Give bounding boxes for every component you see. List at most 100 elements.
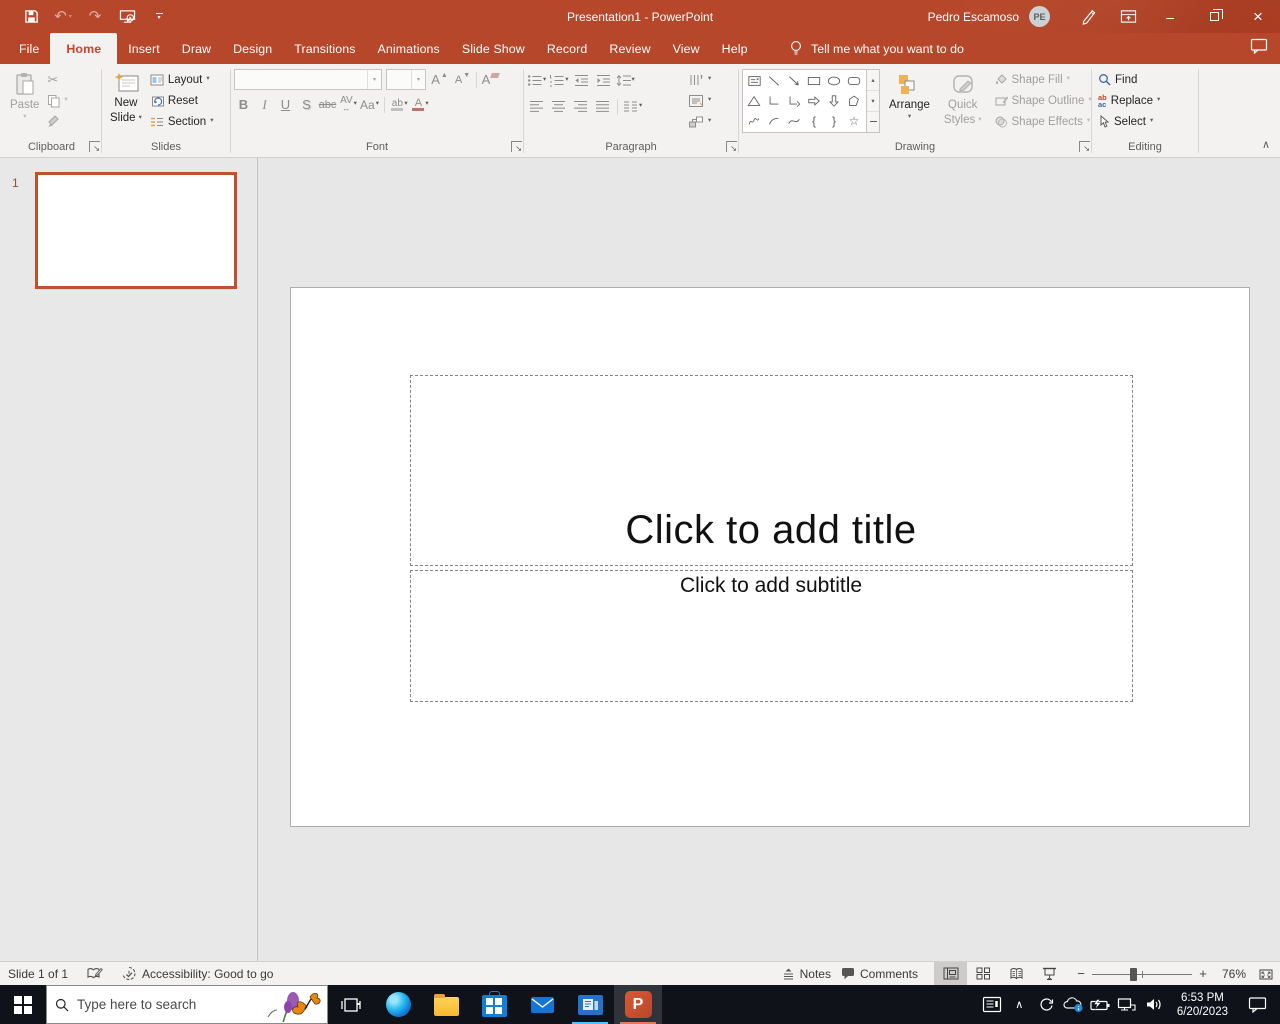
character-spacing-button[interactable]: AV ↔ ▾ — [339, 94, 358, 115]
shape-fill-button[interactable]: Shape Fill ▾ — [991, 69, 1095, 90]
drawing-dialog-launcher[interactable]: ↘ — [1079, 141, 1090, 153]
start-from-beginning-button[interactable] — [118, 6, 136, 28]
font-color-button[interactable]: A ▾ — [411, 94, 430, 115]
shape-oval[interactable] — [824, 71, 844, 91]
tray-network-icon[interactable] — [1115, 985, 1140, 1024]
tray-onedrive-icon[interactable] — [1061, 985, 1086, 1024]
shape-triangle[interactable] — [744, 91, 764, 111]
convert-smartart-button[interactable]: ▾ — [685, 111, 714, 132]
bold-button[interactable]: B — [234, 94, 253, 115]
save-button[interactable] — [22, 6, 40, 28]
slide-canvas[interactable]: Click to add title Click to add subtitle — [289, 287, 1250, 827]
tab-transitions[interactable]: Transitions — [283, 33, 366, 64]
tray-volume-icon[interactable] — [1142, 985, 1167, 1024]
tray-show-hidden-button[interactable]: ∧ — [1007, 985, 1032, 1024]
notes-button[interactable]: Notes — [782, 967, 831, 981]
decrease-indent-button[interactable] — [572, 70, 591, 91]
font-name-combo[interactable]: ▾ — [234, 69, 382, 90]
increase-indent-button[interactable] — [594, 70, 613, 91]
tab-record[interactable]: Record — [536, 33, 599, 64]
shape-rectangle[interactable] — [804, 71, 824, 91]
shape-line[interactable] — [764, 71, 784, 91]
tab-file[interactable]: File — [8, 33, 50, 64]
action-center-button[interactable] — [1238, 985, 1276, 1024]
tab-view[interactable]: View — [662, 33, 711, 64]
comments-button[interactable]: Comments — [841, 967, 918, 981]
bullets-button[interactable]: ▾ — [527, 70, 546, 91]
tray-battery-icon[interactable] — [1088, 985, 1113, 1024]
view-reading-button[interactable] — [1000, 962, 1033, 985]
paragraph-dialog-launcher[interactable]: ↘ — [726, 141, 737, 153]
font-size-combo[interactable]: ▾ — [386, 69, 426, 90]
minimize-button[interactable]: – — [1148, 0, 1192, 33]
select-button[interactable]: Select ▾ — [1095, 111, 1163, 132]
columns-button[interactable]: ▾ — [623, 96, 642, 117]
tell-me-search[interactable]: Tell me what you want to do — [790, 33, 964, 64]
grow-font-button[interactable]: A ▲ — [430, 69, 449, 90]
tab-insert[interactable]: Insert — [117, 33, 171, 64]
paste-button[interactable]: Paste ▾ — [5, 67, 44, 135]
close-button[interactable]: × — [1236, 0, 1280, 33]
task-view-button[interactable] — [328, 985, 374, 1024]
shape-textbox[interactable] — [744, 71, 764, 91]
shape-elbow-connector[interactable] — [764, 91, 784, 111]
align-left-button[interactable] — [527, 96, 546, 117]
shape-right-brace[interactable]: } — [824, 111, 844, 131]
find-button[interactable]: Find — [1095, 69, 1163, 90]
copy-button[interactable]: ▾ — [44, 90, 70, 111]
gallery-scroll-down[interactable]: ▾ — [867, 91, 879, 112]
quick-styles-button[interactable]: Quick Styles ▾ — [939, 67, 987, 135]
taskbar-app-store[interactable] — [470, 985, 518, 1024]
change-case-button[interactable]: Aa ▾ — [360, 94, 379, 115]
gallery-more-button[interactable] — [867, 112, 879, 132]
zoom-slider-handle[interactable] — [1130, 967, 1137, 981]
shape-outline-button[interactable]: Shape Outline ▾ — [991, 90, 1095, 111]
shrink-font-button[interactable]: A ▼ — [453, 69, 472, 90]
tab-slide-show[interactable]: Slide Show — [451, 33, 536, 64]
shape-left-brace[interactable]: { — [804, 111, 824, 131]
ribbon-display-options-button[interactable] — [1108, 0, 1148, 33]
view-slide-sorter-button[interactable] — [967, 962, 1000, 985]
taskbar-app-powerpoint[interactable]: P — [614, 985, 662, 1024]
tab-home[interactable]: Home — [50, 33, 118, 64]
taskbar-app-news[interactable] — [566, 985, 614, 1024]
shape-arc[interactable] — [764, 111, 784, 131]
underline-button[interactable]: U — [276, 94, 295, 115]
cut-button[interactable]: ✂ — [44, 69, 70, 90]
tray-sync-icon[interactable] — [1034, 985, 1059, 1024]
feedback-button[interactable] — [1250, 38, 1268, 54]
zoom-out-button[interactable]: − — [1076, 966, 1086, 981]
view-normal-button[interactable] — [934, 962, 967, 985]
text-shadow-button[interactable]: S — [297, 94, 316, 115]
numbering-button[interactable]: ▾ — [549, 70, 569, 91]
widgets-button[interactable] — [980, 985, 1005, 1024]
shape-arrow[interactable] — [784, 71, 804, 91]
tab-design[interactable]: Design — [222, 33, 283, 64]
line-spacing-button[interactable]: ▾ — [616, 70, 635, 91]
align-right-button[interactable] — [571, 96, 590, 117]
tab-draw[interactable]: Draw — [171, 33, 222, 64]
arrange-button[interactable]: Arrange ▾ — [884, 67, 935, 135]
restore-button[interactable] — [1192, 0, 1236, 33]
taskbar-clock[interactable]: 6:53 PM 6/20/2023 — [1169, 991, 1236, 1019]
shape-elbow-arrow-connector[interactable] — [784, 91, 804, 111]
replace-button[interactable]: ab ac Replace ▾ — [1095, 90, 1163, 111]
align-text-button[interactable]: ▾ — [685, 90, 714, 111]
inking-button[interactable] — [1068, 0, 1108, 33]
tab-review[interactable]: Review — [598, 33, 661, 64]
redo-button[interactable]: ↷ — [86, 6, 104, 28]
clear-formatting-button[interactable]: A — [481, 69, 501, 90]
slide-thumbnail[interactable] — [35, 172, 237, 289]
taskbar-app-edge[interactable] — [374, 985, 422, 1024]
shape-effects-button[interactable]: Shape Effects ▾ — [991, 111, 1095, 132]
taskbar-app-file-explorer[interactable] — [422, 985, 470, 1024]
zoom-in-button[interactable]: + — [1198, 966, 1208, 981]
shape-star[interactable]: ☆ — [844, 111, 864, 131]
gallery-scroll-up[interactable]: ▴ — [867, 70, 879, 91]
account-name[interactable]: Pedro Escamoso — [928, 10, 1019, 24]
shape-right-arrow[interactable] — [804, 91, 824, 111]
start-button[interactable] — [0, 985, 46, 1024]
strikethrough-button[interactable]: abc — [318, 94, 337, 115]
tab-help[interactable]: Help — [711, 33, 759, 64]
zoom-slider[interactable] — [1092, 967, 1192, 981]
